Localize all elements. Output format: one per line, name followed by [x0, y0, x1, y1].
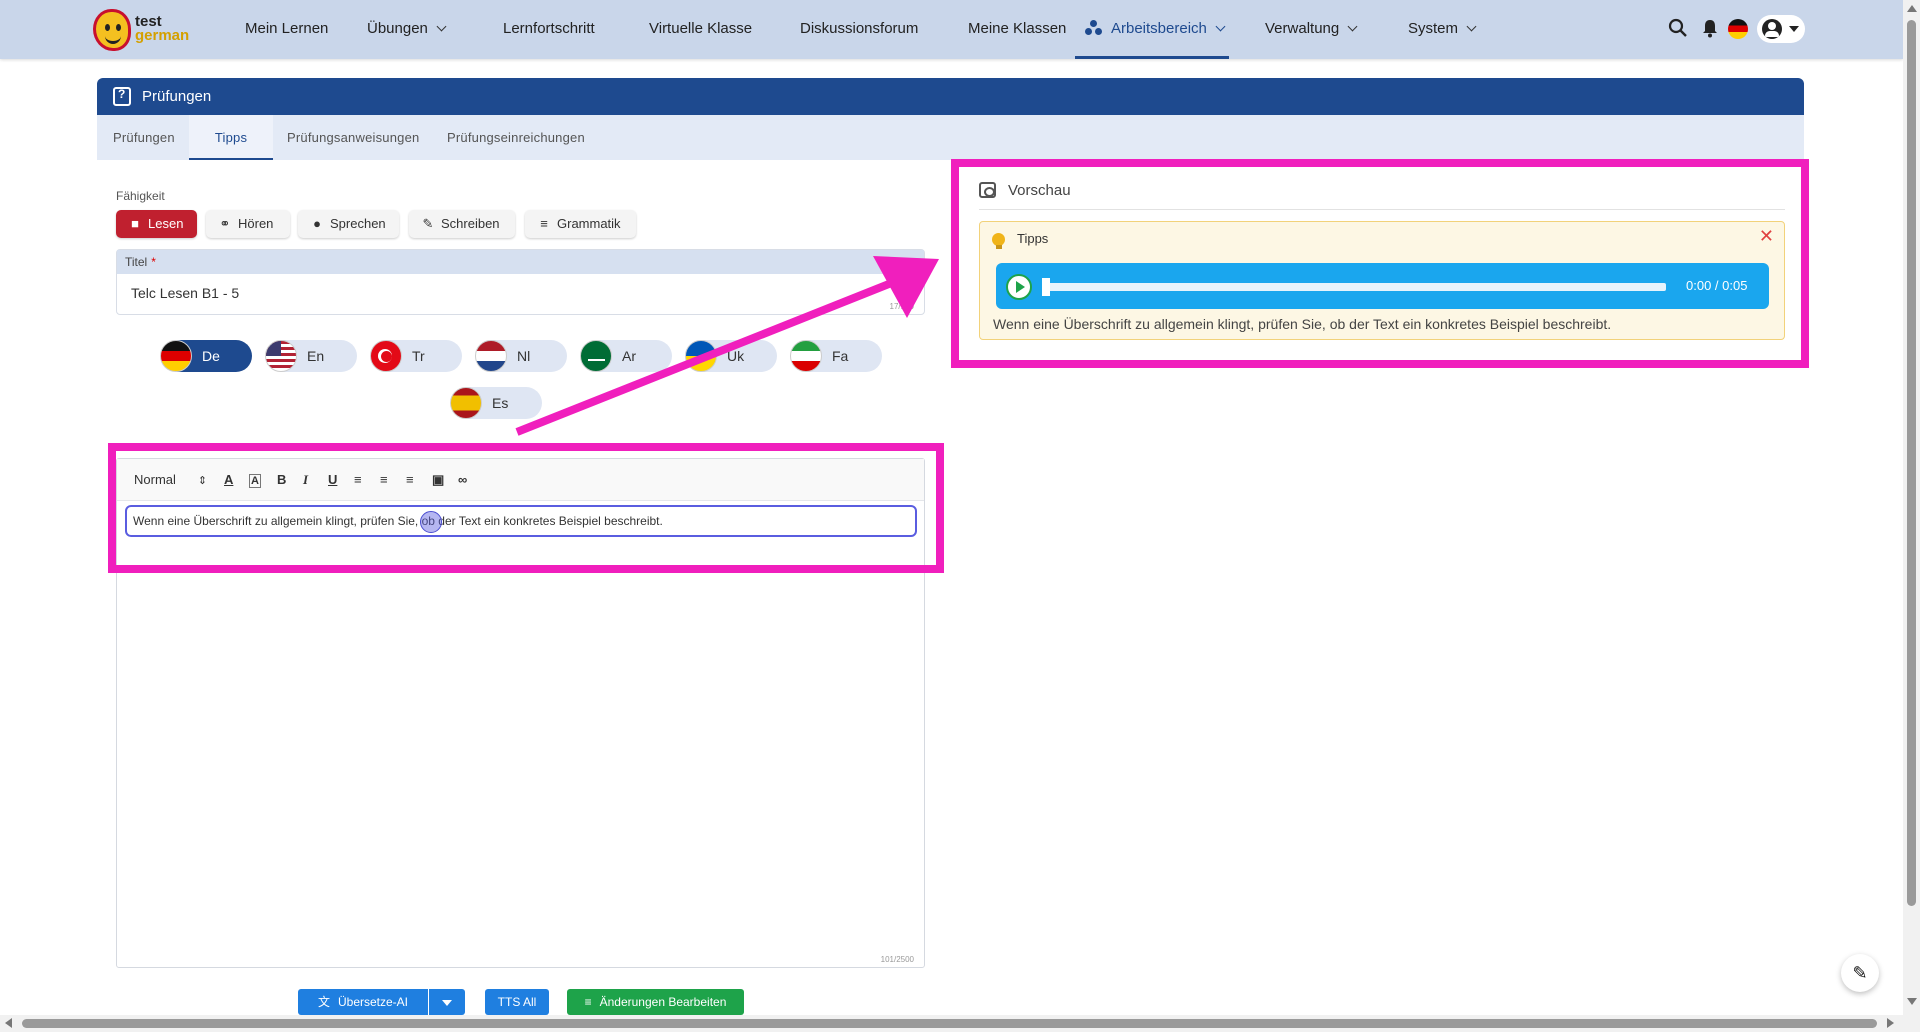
user-menu[interactable] [1757, 15, 1805, 43]
card-header: Prüfungen [97, 78, 1804, 115]
flag-ir-icon [790, 340, 822, 372]
lang-ar-button[interactable]: Ar [580, 340, 672, 372]
tab-pruefungseinreichungen[interactable]: Prüfungseinreichungen [447, 115, 585, 160]
skill-sprechen-button[interactable]: ● Sprechen [298, 210, 399, 238]
horizontal-scrollbar[interactable] [0, 1015, 1903, 1032]
title-label: Titel [125, 255, 148, 269]
user-icon [1762, 19, 1782, 39]
top-navbar: test german Mein Lernen Übungen Lernfort… [0, 0, 1903, 59]
edit-changes-button[interactable]: ≡ Änderungen Bearbeiten [567, 989, 744, 1015]
mic-icon: ● [313, 216, 321, 231]
book-icon: ■ [131, 216, 139, 231]
brand-line2: german [135, 27, 190, 44]
editor-char-count: 101/2500 [880, 955, 914, 964]
nav-lernfortschritt[interactable]: Lernfortschritt [503, 0, 595, 59]
grammar-icon: ≡ [540, 216, 548, 231]
pencil-icon: ✎ [422, 216, 434, 231]
skill-hoeren-button[interactable]: ⚭ Hören [206, 210, 290, 238]
flag-tr-icon [370, 340, 402, 372]
flag-de-icon[interactable] [1728, 19, 1748, 39]
headphones-icon: ⚭ [219, 216, 231, 231]
logo-face-icon [93, 9, 131, 51]
lang-en-button[interactable]: En [265, 340, 357, 372]
bell-icon[interactable] [1701, 18, 1719, 43]
card-title: Prüfungen [142, 88, 212, 105]
caret-down-icon [1789, 26, 1799, 32]
horizontal-scroll-thumb[interactable] [22, 1019, 1877, 1028]
scroll-down-icon[interactable] [1907, 998, 1917, 1005]
lang-fa-button[interactable]: Fa [790, 340, 882, 372]
flag-de-icon [160, 340, 192, 372]
tab-pruefungsanweisungen[interactable]: Prüfungsanweisungen [287, 115, 419, 160]
translate-dropdown-button[interactable] [429, 989, 465, 1015]
pen-icon: ✎ [1852, 963, 1868, 983]
flag-us-icon [265, 340, 297, 372]
nav-uebungen[interactable]: Übungen [367, 0, 447, 59]
lang-de-button[interactable]: De [160, 340, 252, 372]
vertical-scroll-thumb[interactable] [1907, 20, 1916, 906]
translate-icon: 文 [317, 995, 330, 1009]
title-field[interactable]: Titel * Telc Lesen B1 - 5 17/100 [116, 249, 925, 315]
caret-down-icon [442, 999, 452, 1006]
floating-action-button[interactable]: ✎ [1841, 954, 1879, 992]
skill-grammatik-button[interactable]: ≡ Grammatik [525, 210, 636, 238]
sub-tabs: Prüfungen Tipps Prüfungsanweisungen Prüf… [97, 115, 1804, 160]
tab-pruefungen[interactable]: Prüfungen [113, 115, 175, 160]
nav-mein-lernen[interactable]: Mein Lernen [245, 0, 328, 59]
nav-meine-klassen[interactable]: Meine Klassen [968, 0, 1066, 59]
highlight-box-preview [951, 159, 1809, 368]
chevron-down-icon [1347, 21, 1358, 32]
flag-sa-icon [580, 340, 612, 372]
required-mark: * [151, 255, 156, 269]
tts-all-button[interactable]: TTS All [485, 989, 549, 1015]
lang-tr-button[interactable]: Tr [370, 340, 462, 372]
scroll-up-icon[interactable] [1907, 5, 1917, 12]
lang-es-button[interactable]: Es [450, 387, 542, 419]
workspace-icon [1085, 20, 1103, 36]
nav-system[interactable]: System [1408, 0, 1477, 59]
nav-verwaltung[interactable]: Verwaltung [1265, 0, 1358, 59]
edit-icon: ≡ [584, 995, 592, 1009]
translate-ai-button[interactable]: 文 Übersetze-AI [298, 989, 428, 1015]
nav-diskussionsforum[interactable]: Diskussionsforum [800, 0, 918, 59]
brand-logo[interactable]: test german [93, 9, 193, 51]
vertical-scrollbar[interactable] [1903, 0, 1920, 1032]
nav-arbeitsbereich[interactable]: Arbeitsbereich [1075, 0, 1229, 59]
chevron-down-icon [436, 21, 447, 32]
title-char-count: 17/100 [889, 302, 914, 311]
flag-es-icon [450, 387, 482, 419]
lang-uk-button[interactable]: Uk [685, 340, 777, 372]
nav-virtuelle-klasse[interactable]: Virtuelle Klasse [649, 0, 752, 59]
title-input[interactable]: Telc Lesen B1 - 5 [131, 285, 239, 301]
flag-ua-icon [685, 340, 717, 372]
scroll-right-icon[interactable] [1887, 1018, 1894, 1028]
lang-nl-button[interactable]: Nl [475, 340, 567, 372]
chevron-down-icon [1466, 21, 1477, 32]
exam-icon [113, 87, 131, 106]
scroll-left-icon[interactable] [5, 1018, 12, 1028]
search-icon[interactable] [1668, 18, 1688, 43]
skill-schreiben-button[interactable]: ✎ Schreiben [409, 210, 515, 238]
skill-lesen-button[interactable]: ■ Lesen [116, 210, 197, 238]
tab-tipps[interactable]: Tipps [189, 115, 273, 160]
flag-nl-icon [475, 340, 507, 372]
chevron-down-icon [1215, 21, 1226, 32]
skill-label: Fähigkeit [116, 189, 165, 203]
highlight-box-editor [108, 443, 944, 573]
